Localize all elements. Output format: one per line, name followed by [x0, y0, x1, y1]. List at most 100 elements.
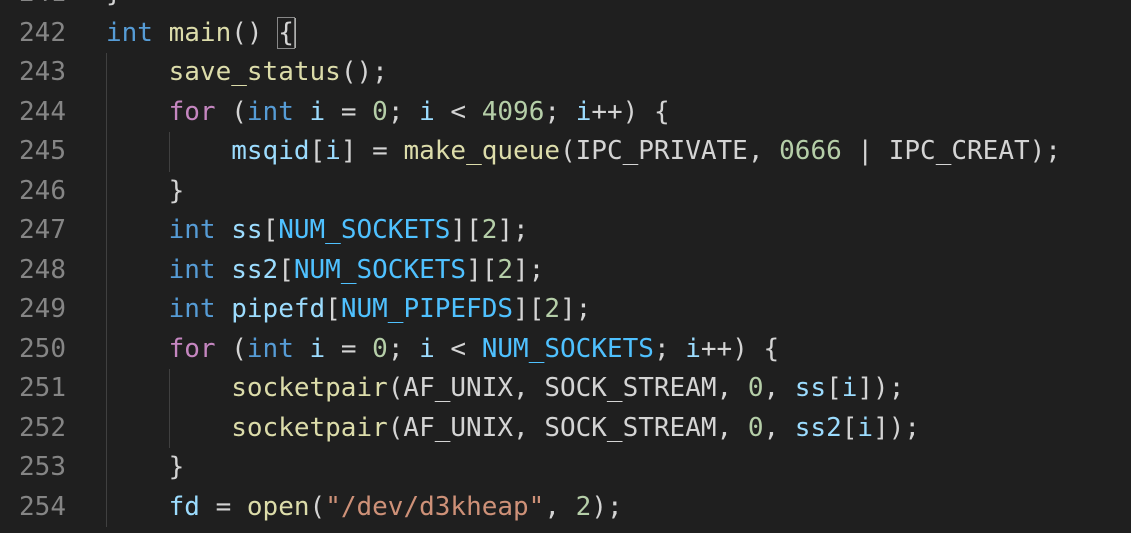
- code-text: int main() {: [106, 14, 296, 54]
- code-token: NUM_SOCKETS: [278, 215, 451, 245]
- code-token: 2: [497, 254, 514, 285]
- code-text: socketpair(AF_UNIX, SOCK_STREAM, 0, ss2[…: [106, 409, 920, 449]
- code-text: fd = open("/dev/d3kheap", 2);: [106, 488, 623, 528]
- code-token: ] =: [340, 136, 404, 166]
- code-text: }: [106, 172, 185, 212]
- code-token: 4096: [481, 96, 545, 127]
- code-token: =: [325, 96, 373, 127]
- code-token: 0: [372, 333, 388, 364]
- code-token: (: [215, 333, 247, 364]
- code-token: ++) {: [700, 333, 780, 364]
- code-token: ,: [763, 373, 795, 403]
- code-token: ];: [513, 254, 545, 285]
- code-line[interactable]: 244 for (int i = 0; i < 4096; i++) {: [0, 92, 1131, 133]
- code-token: i: [575, 96, 592, 127]
- code-token: [: [309, 136, 326, 166]
- code-token: {: [277, 16, 295, 49]
- code-token: ++) {: [591, 96, 670, 127]
- line-number: 249: [19, 294, 66, 324]
- code-token: [: [325, 294, 341, 324]
- code-line[interactable]: 253 }: [0, 448, 1131, 488]
- code-line[interactable]: 249 int pipefd[NUM_PIPEFDS][2];: [0, 290, 1131, 330]
- code-editor[interactable]: 241}242int main() {243 save_status();244…: [0, 0, 1131, 533]
- code-token: "/dev/d3kheap": [325, 491, 545, 522]
- code-token: 0666: [779, 136, 842, 166]
- code-line[interactable]: 250 for (int i = 0; i < NUM_SOCKETS; i++…: [0, 329, 1131, 370]
- code-token: ]);: [873, 412, 921, 443]
- line-number: 247: [19, 215, 66, 245]
- code-token: i: [309, 333, 326, 364]
- code-text: for (int i = 0; i < 4096; i++) {: [106, 93, 670, 133]
- code-token: NUM_SOCKETS: [293, 254, 467, 285]
- code-token: =: [199, 491, 247, 522]
- code-token: 2: [481, 215, 498, 245]
- code-token: int: [168, 294, 216, 324]
- code-token: fd: [168, 491, 200, 522]
- line-number: 254: [19, 491, 66, 522]
- code-line[interactable]: 254 fd = open("/dev/d3kheap", 2);: [0, 487, 1131, 528]
- code-token: i: [419, 96, 435, 127]
- code-line[interactable]: 246 }: [0, 171, 1131, 212]
- code-text: save_status();: [106, 53, 388, 93]
- code-line[interactable]: 241}: [0, 0, 1131, 14]
- code-line[interactable]: 245 msqid[i] = make_queue(IPC_PRIVATE, 0…: [0, 132, 1131, 172]
- line-number: 242: [19, 17, 66, 48]
- code-token: main: [168, 17, 232, 48]
- code-token: int: [168, 215, 216, 245]
- code-text: int ss2[NUM_SOCKETS][2];: [106, 251, 545, 291]
- code-token: }: [106, 452, 185, 482]
- code-line[interactable]: 248 int ss2[NUM_SOCKETS][2];: [0, 250, 1131, 291]
- line-number: 250: [19, 333, 66, 364]
- code-line[interactable]: 247 int ss[NUM_SOCKETS][2];: [0, 211, 1131, 251]
- code-token: =: [325, 333, 373, 364]
- code-token: ss2: [231, 254, 279, 285]
- code-token: ,: [544, 491, 576, 522]
- code-token: socketpair: [231, 373, 388, 403]
- code-token: 0: [747, 373, 764, 403]
- code-line[interactable]: 251 socketpair(AF_UNIX, SOCK_STREAM, 0, …: [0, 369, 1131, 409]
- code-token: i: [685, 333, 701, 364]
- code-token: open: [246, 491, 310, 522]
- line-number: 248: [19, 254, 66, 285]
- code-text: int pipefd[NUM_PIPEFDS][2];: [106, 290, 592, 330]
- code-line[interactable]: 252 socketpair(AF_UNIX, SOCK_STREAM, 0, …: [0, 408, 1131, 449]
- code-token: pipefd: [231, 294, 326, 324]
- code-token: ;: [387, 333, 420, 364]
- code-line[interactable]: 242 int main() {: [0, 14, 1131, 54]
- line-number: 245: [19, 136, 66, 166]
- code-token: (AF_UNIX, SOCK_STREAM,: [387, 373, 748, 403]
- line-number: 243: [19, 57, 66, 87]
- code-token: (: [215, 96, 247, 127]
- code-token: NUM_SOCKETS: [481, 333, 654, 364]
- code-token: ][: [450, 215, 482, 245]
- code-text: }: [106, 0, 122, 14]
- code-token: (IPC_PRIVATE,: [560, 136, 780, 166]
- code-token: }: [106, 0, 122, 8]
- code-token: ]);: [857, 373, 905, 403]
- code-token: ;: [544, 96, 576, 127]
- code-token: ];: [559, 294, 592, 324]
- code-token: ];: [497, 215, 529, 245]
- code-token: (): [231, 17, 279, 48]
- code-text: for (int i = 0; i < NUM_SOCKETS; i++) {: [106, 330, 780, 370]
- code-token: <: [434, 96, 482, 127]
- code-text: socketpair(AF_UNIX, SOCK_STREAM, 0, ss[i…: [106, 369, 904, 409]
- code-token: save_status: [168, 57, 341, 87]
- code-token: (: [309, 491, 326, 522]
- code-token: int: [168, 254, 216, 285]
- code-token: ][: [513, 294, 545, 324]
- text-cursor: [293, 18, 296, 48]
- code-token: i: [325, 136, 341, 166]
- code-token: [: [826, 373, 842, 403]
- code-line[interactable]: 243 save_status();: [0, 53, 1131, 93]
- code-token: ss2: [794, 412, 842, 443]
